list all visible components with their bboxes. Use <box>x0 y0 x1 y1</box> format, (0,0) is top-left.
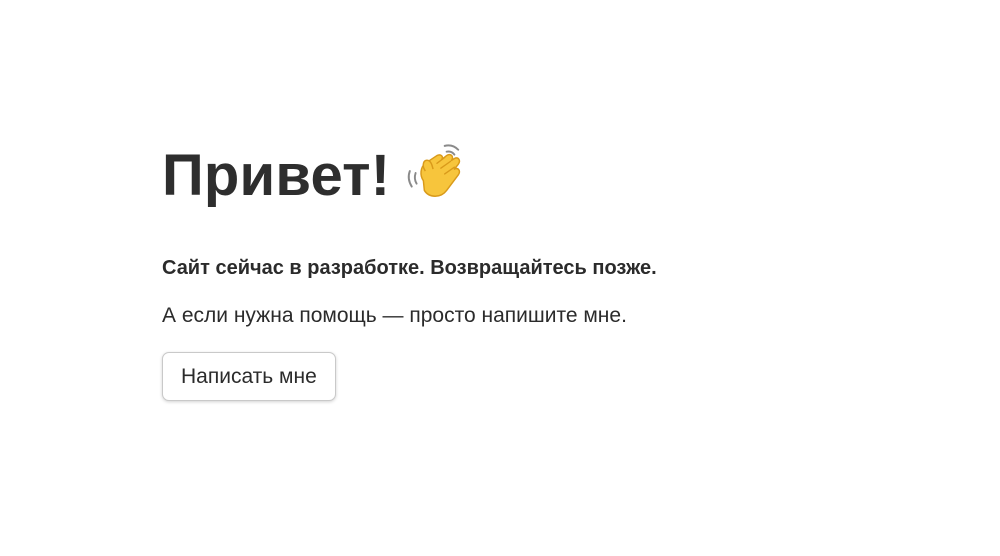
page-title: Привет! <box>162 143 391 208</box>
waving-hand-icon <box>404 142 466 204</box>
title-row: Привет! <box>162 138 922 214</box>
help-text: А если нужна помощь — просто напишите мн… <box>162 304 627 327</box>
main-content: Привет! Сайт сейчас в разработке. Возвра… <box>162 138 922 401</box>
lead-text: Сайт сейчас в разработке. Возвращайтесь … <box>162 257 657 279</box>
write-me-button[interactable]: Написать мне <box>162 352 336 401</box>
